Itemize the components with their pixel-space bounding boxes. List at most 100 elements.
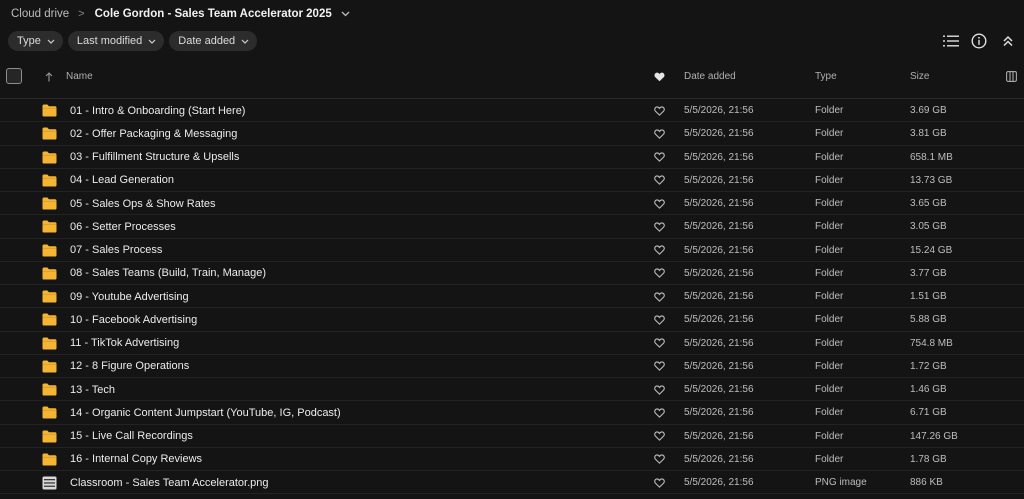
breadcrumb-current-folder[interactable]: Cole Gordon - Sales Team Accelerator 202…	[95, 8, 332, 20]
table-row[interactable]: 06 - Setter Processes 5/5/2026, 21:56 Fold…	[0, 215, 1024, 239]
table-row[interactable]: 05 - Sales Ops & Show Rates 5/5/2026, 21:…	[0, 192, 1024, 216]
row-size: 1.46 GB	[910, 384, 947, 395]
row-name[interactable]: 10 - Facebook Advertising	[70, 308, 197, 331]
folder-icon	[42, 169, 57, 192]
row-name[interactable]: 15 - Live Call Recordings	[70, 425, 193, 448]
filter-type-chip[interactable]: Type	[8, 31, 63, 51]
table-row[interactable]: 02 - Offer Packaging & Messaging 5/5/2026…	[0, 122, 1024, 146]
row-date-added: 5/5/2026, 21:56	[684, 105, 754, 116]
folder-icon	[42, 215, 57, 238]
favorite-heart-icon[interactable]	[654, 332, 665, 355]
table-row[interactable]: 08 - Sales Teams (Build, Train, Manage) 5…	[0, 262, 1024, 285]
folder-icon	[42, 401, 57, 424]
row-name[interactable]: 12 - 8 Figure Operations	[70, 355, 189, 378]
row-name[interactable]: 06 - Setter Processes	[70, 215, 176, 238]
row-date-added: 5/5/2026, 21:56	[684, 453, 754, 465]
row-date-added: 5/5/2026, 21:56	[684, 291, 754, 302]
row-date-added: 5/5/2026, 21:56	[684, 384, 754, 395]
row-name[interactable]: 14 - Organic Content Jumpstart (YouTube,…	[70, 401, 341, 424]
collapse-icon[interactable]	[998, 31, 1018, 51]
favorite-heart-icon[interactable]	[654, 308, 665, 331]
row-date-added: 5/5/2026, 21:56	[684, 430, 754, 442]
table-header: Name Date added Type Size	[0, 54, 1024, 99]
favorite-heart-icon[interactable]	[654, 285, 665, 308]
filter-last-modified-chip[interactable]: Last modified	[67, 31, 165, 51]
info-icon[interactable]	[969, 31, 989, 51]
column-settings-icon[interactable]	[1006, 54, 1017, 99]
folder-icon	[42, 448, 57, 471]
column-header-date-added[interactable]: Date added	[684, 54, 736, 99]
favorite-heart-icon[interactable]	[654, 401, 665, 424]
row-name[interactable]: 16 - Internal Copy Reviews	[70, 448, 202, 471]
chevron-down-icon[interactable]	[341, 11, 350, 17]
table-row[interactable]: 12 - 8 Figure Operations 5/5/2026, 21:56 F…	[0, 355, 1024, 378]
filter-date-added-chip[interactable]: Date added	[169, 31, 258, 51]
row-name[interactable]: 13 - Tech	[70, 378, 115, 401]
favorite-heart-icon[interactable]	[654, 192, 665, 215]
chevron-down-icon	[148, 39, 156, 44]
row-type: Folder	[815, 244, 844, 256]
table-row[interactable]: 04 - Lead Generation 5/5/2026, 21:56 Folde…	[0, 169, 1024, 192]
row-name[interactable]: 05 - Sales Ops & Show Rates	[70, 192, 216, 215]
table-row[interactable]: 11 - TikTok Advertising 5/5/2026, 21:56 Fo…	[0, 332, 1024, 355]
column-header-size[interactable]: Size	[910, 54, 929, 99]
row-name[interactable]: 03 - Fulfillment Structure & Upsells	[70, 146, 239, 169]
row-type: Folder	[815, 291, 844, 302]
favorite-heart-icon[interactable]	[654, 54, 665, 99]
row-date-added: 5/5/2026, 21:56	[684, 360, 754, 372]
filter-label: Date added	[178, 35, 236, 47]
row-name[interactable]: 08 - Sales Teams (Build, Train, Manage)	[70, 262, 266, 285]
favorite-heart-icon[interactable]	[654, 378, 665, 401]
row-name[interactable]: 09 - Youtube Advertising	[70, 285, 189, 308]
favorite-heart-icon[interactable]	[654, 99, 665, 122]
favorite-heart-icon[interactable]	[654, 239, 665, 262]
row-type: Folder	[815, 407, 844, 419]
favorite-heart-icon[interactable]	[654, 215, 665, 238]
table-row[interactable]: 01 - Intro & Onboarding (Start Here) 5/5/…	[0, 99, 1024, 123]
row-size: 886 KB	[910, 477, 943, 488]
folder-icon	[42, 122, 57, 145]
table-row[interactable]: 16 - Internal Copy Reviews 5/5/2026, 21:5…	[0, 448, 1024, 471]
filter-bar: Type Last modified Date added	[0, 28, 1024, 54]
row-size: 13.73 GB	[910, 174, 953, 186]
list-view-icon[interactable]	[941, 31, 961, 51]
row-name[interactable]: 11 - TikTok Advertising	[70, 332, 179, 355]
row-type: Folder	[815, 314, 844, 326]
file-list: 01 - Intro & Onboarding (Start Here) 5/5/…	[0, 99, 1024, 495]
row-name[interactable]: 07 - Sales Process	[70, 239, 162, 262]
table-row[interactable]: Classroom - Sales Team Accelerator.png 5/…	[0, 471, 1024, 495]
row-size: 3.05 GB	[910, 221, 947, 233]
favorite-heart-icon[interactable]	[654, 262, 665, 285]
favorite-heart-icon[interactable]	[654, 355, 665, 378]
filter-label: Last modified	[76, 35, 143, 47]
table-row[interactable]: 03 - Fulfillment Structure & Upsells 5/5/…	[0, 146, 1024, 169]
table-row[interactable]: 10 - Facebook Advertising 5/5/2026, 21:56…	[0, 308, 1024, 332]
favorite-heart-icon[interactable]	[654, 122, 665, 145]
row-name[interactable]: Classroom - Sales Team Accelerator.png	[70, 471, 269, 494]
favorite-heart-icon[interactable]	[654, 146, 665, 169]
favorite-heart-icon[interactable]	[654, 425, 665, 448]
table-row[interactable]: 14 - Organic Content Jumpstart (YouTube,…	[0, 401, 1024, 425]
table-row[interactable]: 09 - Youtube Advertising 5/5/2026, 21:56 F…	[0, 285, 1024, 309]
table-row[interactable]: 15 - Live Call Recordings 5/5/2026, 21:56…	[0, 425, 1024, 448]
select-all-checkbox[interactable]	[6, 68, 22, 84]
row-name[interactable]: 01 - Intro & Onboarding (Start Here)	[70, 99, 245, 122]
row-date-added: 5/5/2026, 21:56	[684, 244, 754, 256]
column-header-name[interactable]: Name	[66, 54, 93, 99]
chevron-down-icon	[241, 39, 249, 44]
row-type: Folder	[815, 384, 844, 395]
favorite-heart-icon[interactable]	[654, 471, 665, 494]
breadcrumb-separator: >	[78, 8, 85, 20]
table-row[interactable]: 13 - Tech 5/5/2026, 21:56 Folder 1.46 GB	[0, 378, 1024, 402]
row-type: Folder	[815, 105, 844, 116]
table-row[interactable]: 07 - Sales Process 5/5/2026, 21:56 Folder 1…	[0, 239, 1024, 262]
row-name[interactable]: 02 - Offer Packaging & Messaging	[70, 122, 237, 145]
row-size: 6.71 GB	[910, 407, 947, 419]
row-date-added: 5/5/2026, 21:56	[684, 267, 754, 279]
row-name[interactable]: 04 - Lead Generation	[70, 169, 174, 192]
favorite-heart-icon[interactable]	[654, 448, 665, 471]
sort-arrow-up-icon[interactable]	[45, 54, 53, 99]
breadcrumb-root-link[interactable]: Cloud drive	[11, 8, 69, 20]
column-header-type[interactable]: Type	[815, 54, 837, 99]
favorite-heart-icon[interactable]	[654, 169, 665, 192]
